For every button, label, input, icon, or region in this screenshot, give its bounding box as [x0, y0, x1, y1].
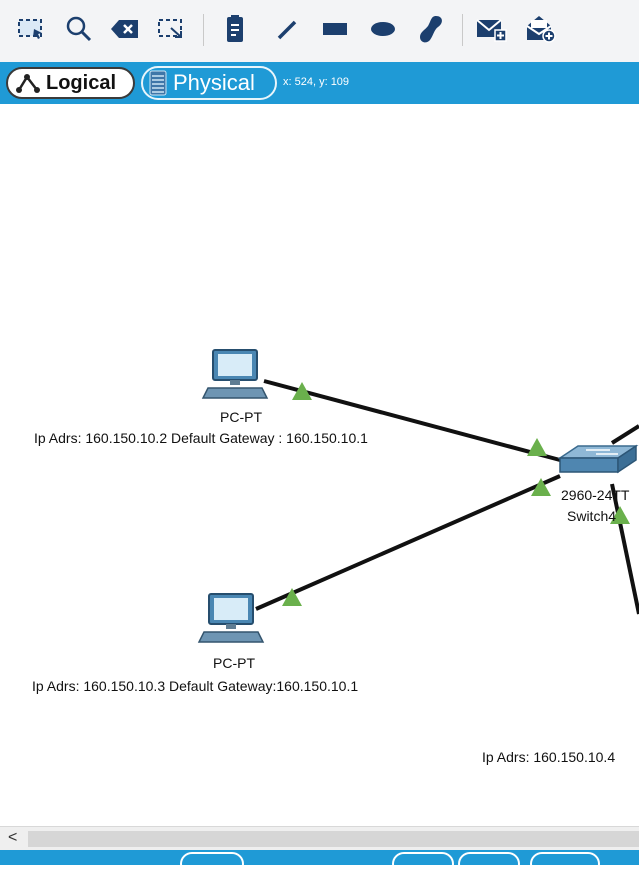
pc1-type-label: PC-PT	[220, 409, 262, 425]
switch-name-label: Switch4	[567, 508, 617, 524]
note-icon[interactable]	[218, 12, 252, 46]
add-complex-pdu-icon[interactable]	[524, 12, 558, 46]
logical-topology-icon	[16, 72, 40, 94]
line-icon[interactable]	[270, 12, 304, 46]
horizontal-scrollbar[interactable]: <	[0, 826, 639, 851]
realtime-mode-button[interactable]	[180, 852, 244, 876]
main-toolbar	[0, 0, 639, 62]
pc2-type-label: PC-PT	[213, 655, 255, 671]
logical-view-label: Logical	[46, 71, 117, 94]
toolbar-separator	[203, 14, 204, 46]
rectangle-icon[interactable]	[318, 12, 352, 46]
switch-model-label: 2960-24TT	[561, 487, 630, 503]
play-control-button[interactable]	[458, 852, 520, 876]
physical-view-label: Physical	[173, 70, 255, 95]
logical-workspace-canvas[interactable]: PC-PT Ip Adrs: 160.150.10.2 Default Gate…	[0, 104, 639, 826]
physical-view-tab[interactable]: Physical	[141, 66, 277, 100]
delete-icon[interactable]	[108, 12, 142, 46]
freeform-icon[interactable]	[414, 12, 448, 46]
scroll-left-arrow[interactable]: <	[8, 829, 17, 847]
play-control-button[interactable]	[530, 852, 600, 876]
physical-rack-icon	[149, 70, 167, 96]
pc1-ip-label: Ip Adrs: 160.150.10.2 Default Gateway : …	[34, 430, 368, 446]
play-control-button[interactable]	[392, 852, 454, 876]
switch-device[interactable]	[556, 440, 639, 484]
pc2-ip-label: Ip Adrs: 160.150.10.3 Default Gateway:16…	[32, 678, 359, 694]
link-pc1-switch[interactable]	[263, 379, 561, 462]
ellipse-icon[interactable]	[366, 12, 400, 46]
pc-icon	[201, 349, 269, 399]
pc-icon	[197, 593, 265, 643]
resize-icon[interactable]	[154, 12, 188, 46]
toolbar-separator	[462, 14, 463, 46]
partial-ip-label: Ip Adrs: 160.150.10.4	[482, 749, 616, 765]
add-simple-pdu-icon[interactable]	[474, 12, 508, 46]
link-light-icon	[527, 438, 547, 456]
link-switch-offscreen-bottom[interactable]	[610, 483, 639, 615]
topology-links	[255, 379, 639, 615]
pc-device[interactable]	[200, 348, 270, 404]
scrollbar-thumb[interactable]	[28, 831, 639, 847]
switch-icon	[557, 444, 639, 474]
logical-view-tab[interactable]: Logical	[6, 67, 135, 99]
select-icon[interactable]	[14, 12, 48, 46]
pc-device[interactable]	[196, 592, 266, 648]
zoom-icon[interactable]	[62, 12, 96, 46]
link-pc2-switch[interactable]	[255, 474, 561, 611]
cursor-coordinates: x: 524, y: 109	[283, 76, 350, 88]
